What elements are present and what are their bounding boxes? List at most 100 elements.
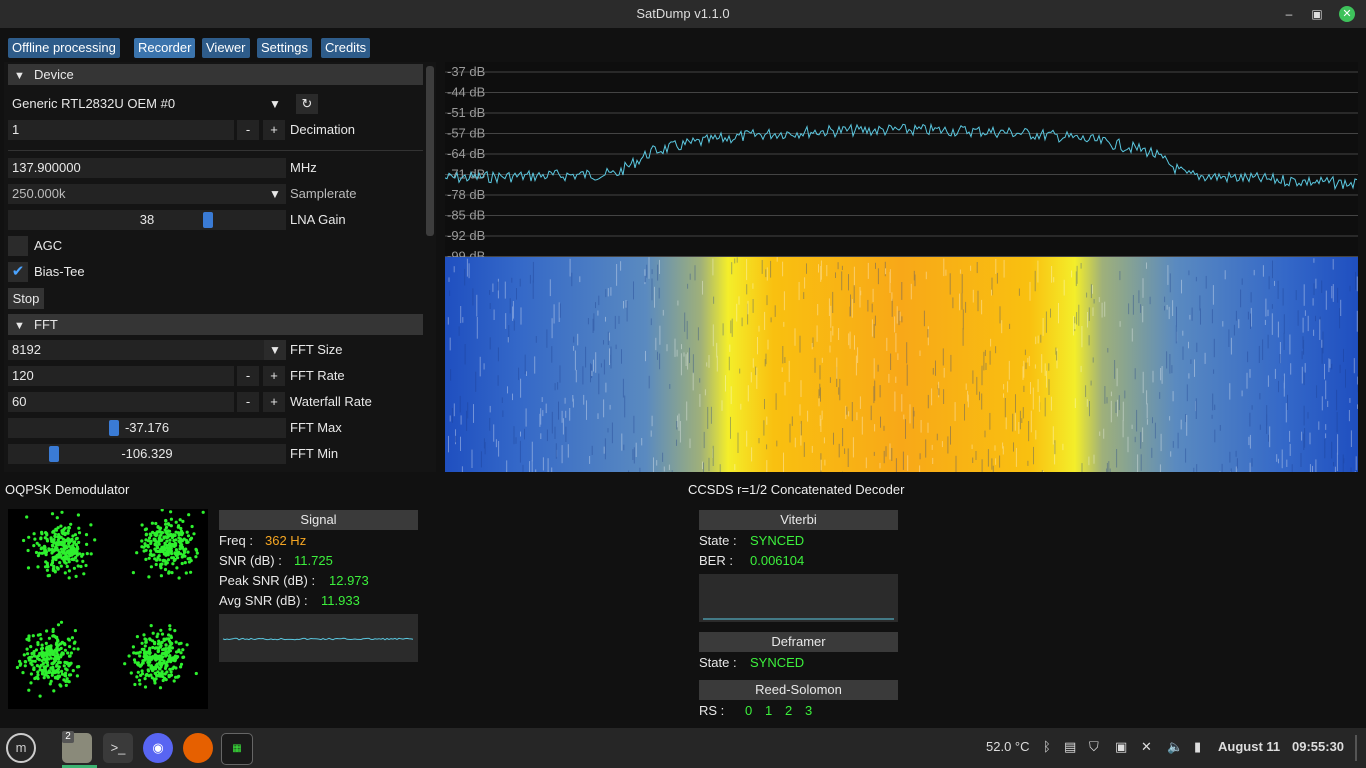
fft-section-label: FFT: [34, 317, 58, 332]
network-icon[interactable]: ✕: [1141, 739, 1152, 755]
tab-credits[interactable]: Credits: [321, 38, 371, 58]
checkmark-icon: ✔: [11, 263, 25, 280]
agc-label: AGC: [34, 238, 63, 253]
decimation-plus-button[interactable]: +: [263, 120, 285, 140]
fft-rate-plus-button[interactable]: +: [263, 366, 285, 386]
bias-tee-label: Bias-Tee: [34, 264, 85, 279]
minimize-button[interactable]: –: [1282, 7, 1296, 21]
viterbi-state-value: SYNCED: [750, 533, 805, 548]
waterfall-rate-input[interactable]: 60: [8, 392, 234, 412]
freq-label: Freq :: [219, 533, 253, 548]
viterbi-header: Viterbi: [699, 510, 898, 530]
snr-history-graph: [219, 614, 418, 662]
clock-readout[interactable]: 09:55:30: [1292, 739, 1344, 754]
fft-size-label: FFT Size: [290, 342, 343, 357]
stop-button[interactable]: Stop: [8, 288, 44, 309]
satdump-icon[interactable]: ▦: [221, 733, 253, 765]
viterbi-state-label: State :: [699, 533, 737, 548]
tab-settings[interactable]: Settings: [257, 38, 312, 58]
db-tick-label: -44 dB: [447, 85, 485, 100]
discord-icon[interactable]: ◉: [143, 733, 173, 763]
fft-rate-minus-button[interactable]: -: [237, 366, 259, 386]
chevron-down-icon[interactable]: ▼: [264, 94, 286, 114]
chevron-down-icon[interactable]: ▼: [264, 184, 286, 204]
signal-header: Signal: [219, 510, 418, 530]
refresh-devices-button[interactable]: ↻: [296, 94, 318, 114]
rs-value-3: 3: [805, 703, 813, 718]
waterfall-rate-minus-button[interactable]: -: [237, 392, 259, 412]
db-tick-label: -51 dB: [447, 105, 485, 120]
db-tick-label: -64 dB: [447, 146, 485, 161]
close-button[interactable]: ✕: [1339, 6, 1355, 22]
fft-min-label: FFT Min: [290, 446, 339, 461]
samplerate-label: Samplerate: [290, 186, 357, 201]
deframer-state-value: SYNCED: [750, 655, 805, 670]
deframer-header: Deframer: [699, 632, 898, 652]
maximize-button[interactable]: ▣: [1310, 7, 1324, 21]
peak-snr-value: 12.973: [329, 573, 369, 588]
db-tick-label: -92 dB: [447, 228, 485, 243]
snr-label: SNR (dB) :: [219, 553, 282, 568]
ber-label: BER :: [699, 553, 733, 568]
shield-icon[interactable]: ⛉: [1089, 739, 1099, 755]
decoder-title: CCSDS r=1/2 Concatenated Decoder: [688, 482, 905, 497]
collapse-triangle-icon: ▼: [14, 70, 25, 82]
terminal-icon[interactable]: >_: [103, 733, 133, 763]
tab-recorder[interactable]: Recorder: [134, 38, 196, 58]
battery-icon[interactable]: ▮: [1194, 739, 1201, 755]
demodulator-title: OQPSK Demodulator: [5, 482, 130, 497]
freq-value: 362 Hz: [265, 533, 307, 548]
date-readout[interactable]: August 11: [1218, 739, 1280, 754]
frequency-input[interactable]: 137.900000: [8, 158, 286, 178]
volume-icon[interactable]: 🔈: [1167, 739, 1183, 755]
notes-icon[interactable]: ▣: [1115, 739, 1127, 755]
device-section-label: Device: [34, 67, 74, 82]
avg-snr-label: Avg SNR (dB) :: [219, 593, 308, 608]
temperature-readout: 52.0 °C: [986, 739, 1030, 754]
constellation-plot: [8, 509, 208, 709]
firefox-icon[interactable]: [183, 733, 213, 763]
lna-gain-value: 38: [139, 212, 155, 227]
snr-value: 11.725: [294, 553, 333, 568]
clipboard-icon[interactable]: ▤: [1064, 739, 1076, 755]
decimation-input[interactable]: 1: [8, 120, 234, 140]
tab-offline-processing[interactable]: Offline processing: [8, 38, 120, 58]
fft-size-select[interactable]: 8192: [8, 340, 286, 360]
waterfall-display[interactable]: [445, 257, 1358, 472]
rs-value-0: 0: [745, 703, 753, 718]
menu-logo-icon[interactable]: m: [6, 733, 36, 763]
fft-rate-input[interactable]: 120: [8, 366, 234, 386]
lna-gain-slider-knob[interactable]: [203, 212, 214, 228]
db-tick-label: -37 dB: [447, 64, 485, 79]
device-section-header[interactable]: ▼ Device: [8, 64, 423, 85]
fft-max-slider[interactable]: -37.176: [8, 418, 286, 438]
lna-gain-label: LNA Gain: [290, 212, 346, 227]
fft-spectrum-plot[interactable]: -37 dB-44 dB-51 dB-57 dB-64 dB-71 dB-78 …: [445, 62, 1358, 258]
fft-max-value: -37.176: [124, 420, 170, 435]
chevron-down-icon[interactable]: ▼: [264, 340, 286, 360]
frequency-unit-label: MHz: [290, 160, 317, 175]
bias-tee-checkbox[interactable]: ✔: [8, 262, 28, 282]
device-select[interactable]: Generic RTL2832U OEM #0: [8, 94, 286, 114]
tab-viewer[interactable]: Viewer: [202, 38, 250, 58]
show-desktop-button[interactable]: [1355, 735, 1357, 761]
bluetooth-icon[interactable]: ᛒ: [1043, 739, 1051, 754]
rs-value-2: 2: [785, 703, 793, 718]
samplerate-select[interactable]: 250.000k: [8, 184, 286, 204]
ber-value: 0.006104: [750, 553, 805, 568]
fft-min-slider-knob[interactable]: [49, 446, 59, 462]
decimation-minus-button[interactable]: -: [237, 120, 259, 140]
fft-min-value: -106.329: [121, 446, 173, 461]
decimation-label: Decimation: [290, 122, 356, 137]
db-tick-label: -57 dB: [447, 126, 485, 141]
reed-solomon-header: Reed-Solomon: [699, 680, 898, 700]
lna-gain-slider[interactable]: 38: [8, 210, 286, 230]
waterfall-rate-plus-button[interactable]: +: [263, 392, 285, 412]
divider: [8, 150, 423, 151]
fft-max-slider-knob[interactable]: [109, 420, 119, 436]
rs-value-1: 1: [765, 703, 773, 718]
agc-checkbox[interactable]: [8, 236, 28, 256]
fft-section-header[interactable]: ▼ FFT: [8, 314, 423, 335]
panel-scrollbar[interactable]: [426, 66, 434, 236]
db-tick-label: -85 dB: [447, 208, 485, 223]
